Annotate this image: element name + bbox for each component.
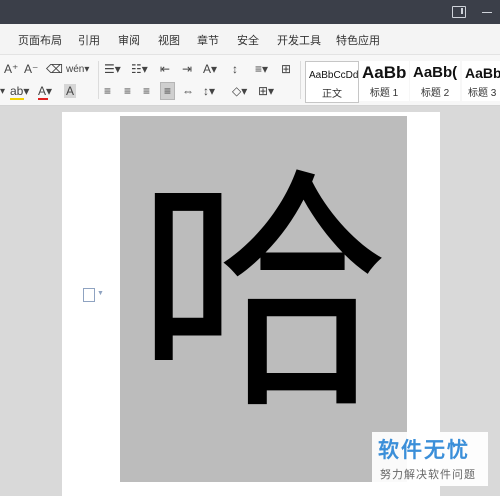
style-sample: AaBbCcDd [309,70,359,81]
paragraph-spacing-icon[interactable]: ↕▾ [203,84,215,98]
style-normal[interactable]: AaBbCcDd 正文 [305,61,359,103]
justify-icon[interactable]: ≡ [160,82,176,100]
style-heading-3[interactable]: AaBb 标题 3 [462,61,500,101]
style-sample: AaBb( [413,64,458,81]
line-spacing-icon[interactable]: ≡▾ [255,62,268,76]
style-sample: AaBb [465,65,500,81]
ribbon-toolbar: A⁺ A⁻ ⌫ wén▾ ☰▾ ☷▾ ⇤ ⇥ A▾ ↕ ≡▾ ⊞ ▾ ab▾ A… [0,55,500,106]
style-name: 标题 1 [369,88,399,99]
align-left-icon[interactable]: ≡ [104,84,111,98]
align-center-icon[interactable]: ≡ [124,84,131,98]
font-color-bar [38,98,48,100]
toolbar-separator [98,61,99,99]
shading-fill-icon[interactable]: ◇▾ [232,84,247,98]
watermark-title: 软件无忧 [378,439,470,462]
increase-indent-icon[interactable]: ⇥ [182,62,192,76]
align-right-icon[interactable]: ≡ [143,84,150,98]
grow-font-icon[interactable]: A⁺ [4,62,18,76]
character-scale-icon[interactable]: A▾ [203,62,217,76]
menu-item-page-layout[interactable]: 页面布局 [18,32,62,48]
phonetic-guide-icon[interactable]: wén▾ [66,63,89,77]
menu-bar: 页面布局 引用 审阅 视图 章节 安全 开发工具 特色应用 [0,24,500,55]
style-heading-1[interactable]: AaBb 标题 1 [359,61,409,101]
style-sample: AaBb [362,63,407,82]
menu-item-developer-tools[interactable]: 开发工具 [277,32,321,48]
distributed-align-icon[interactable]: ⇔ [182,84,194,98]
numbered-list-icon[interactable]: ☷▾ [131,62,148,76]
table-icon[interactable]: ⊞ [281,62,291,76]
menu-item-references[interactable]: 引用 [78,32,100,48]
menu-item-section[interactable]: 章节 [197,32,219,48]
menu-item-special-apps[interactable]: 特色应用 [336,32,380,48]
window-mode-icon[interactable] [452,6,466,18]
font-color-icon[interactable]: A▾ [38,84,52,98]
menu-item-view[interactable]: 视图 [158,32,180,48]
highlight-icon[interactable]: ab▾ [10,84,29,98]
watermark: 软件无忧 努力解决软件问题 [372,432,488,486]
sort-icon[interactable]: ↕ [232,62,238,76]
style-name: 正文 [322,89,342,100]
decrease-indent-icon[interactable]: ⇤ [160,62,170,76]
font-dropdown-arrow[interactable]: ▾ [0,85,5,99]
chevron-down-icon[interactable]: ▼ [97,290,104,297]
minimize-icon[interactable] [482,12,492,13]
style-name: 标题 2 [420,88,450,99]
borders-icon[interactable]: ⊞▾ [258,84,274,98]
menu-item-security[interactable]: 安全 [237,32,259,48]
inserted-image[interactable]: 哈 [120,116,407,482]
highlight-color-bar [10,98,24,100]
image-character: 哈 [135,147,391,444]
paragraph-layout-icon[interactable] [83,288,95,302]
bullet-list-icon[interactable]: ☰▾ [104,62,121,76]
toolbar-separator [300,61,301,99]
shrink-font-icon[interactable]: A⁻ [24,62,38,76]
style-name: 标题 3 [468,88,497,99]
clear-format-icon[interactable]: ⌫ [46,62,63,76]
menu-item-review[interactable]: 审阅 [118,32,140,48]
character-shading-icon[interactable]: A [64,84,77,98]
title-bar [0,0,500,24]
watermark-subtitle: 努力解决软件问题 [380,469,476,481]
style-heading-2[interactable]: AaBb( 标题 2 [410,61,460,101]
